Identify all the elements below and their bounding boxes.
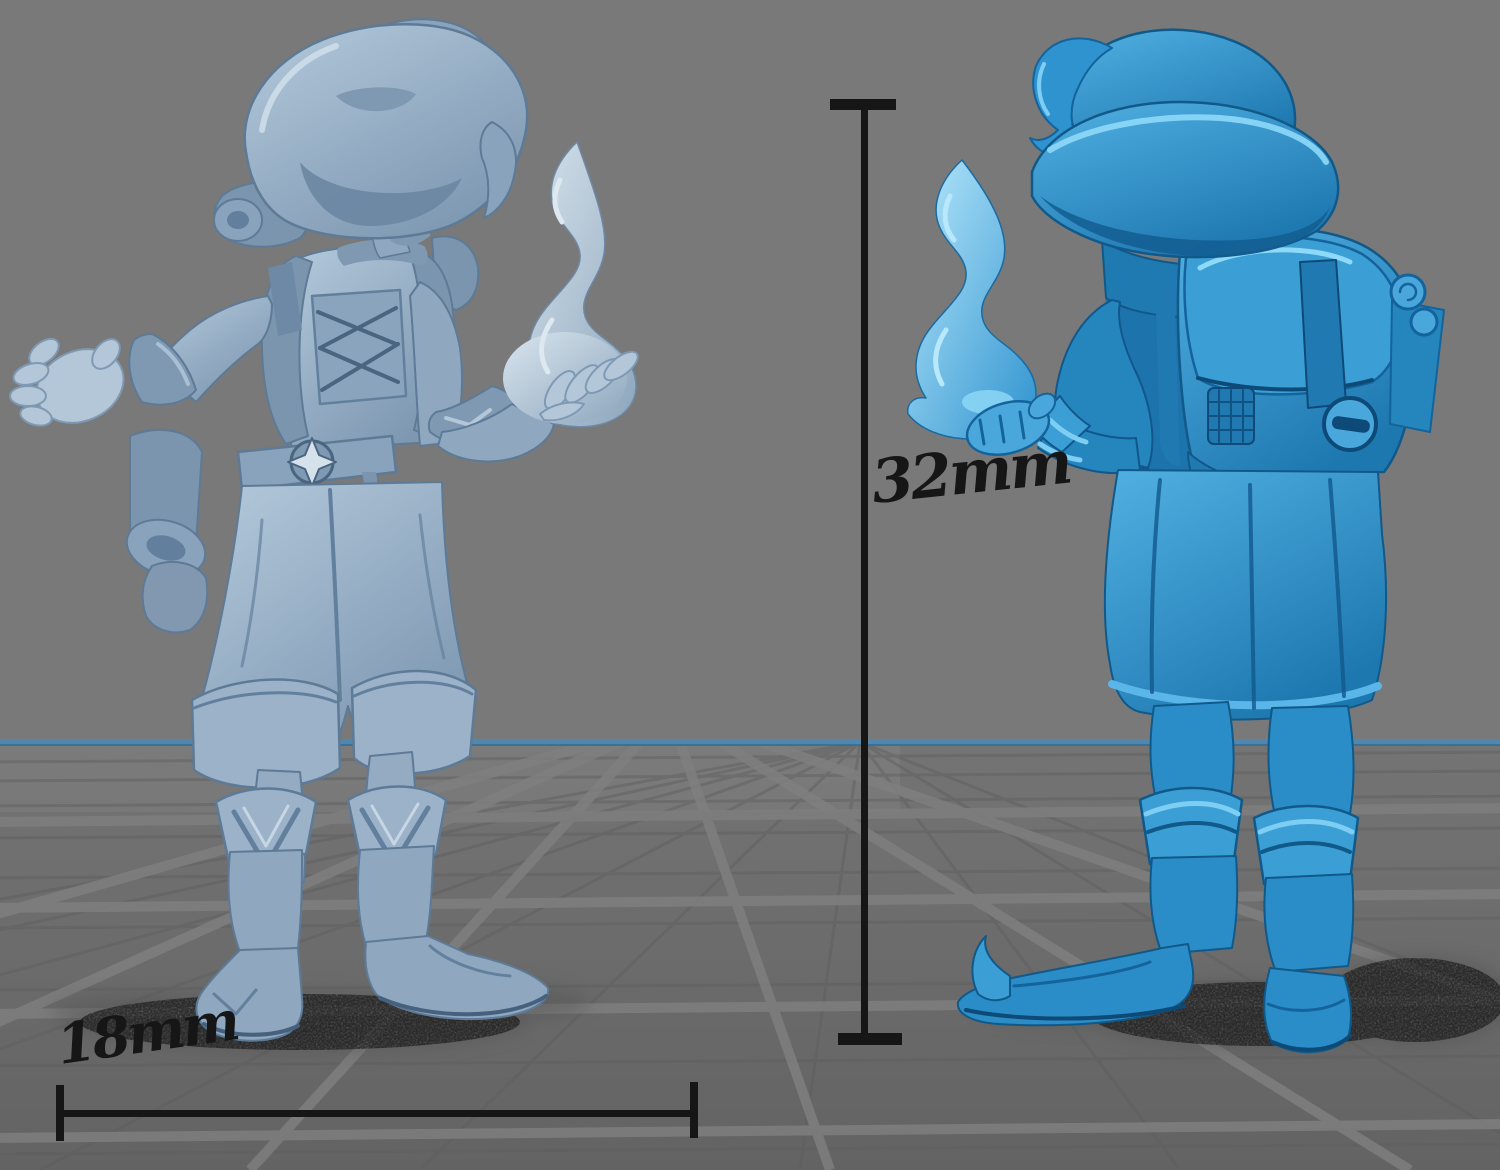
height-measure-bottom-cap — [838, 1033, 902, 1045]
back-woven-pouch — [1208, 388, 1254, 444]
width-measure-right-cap — [690, 1082, 698, 1138]
scene-canvas: 32mm 18mm — [0, 0, 1500, 1170]
width-measure-line — [58, 1110, 696, 1117]
3d-viewport[interactable]: 32mm 18mm — [0, 0, 1500, 1170]
back-coat-skirt — [1105, 470, 1386, 720]
height-measure-line — [861, 103, 868, 1040]
